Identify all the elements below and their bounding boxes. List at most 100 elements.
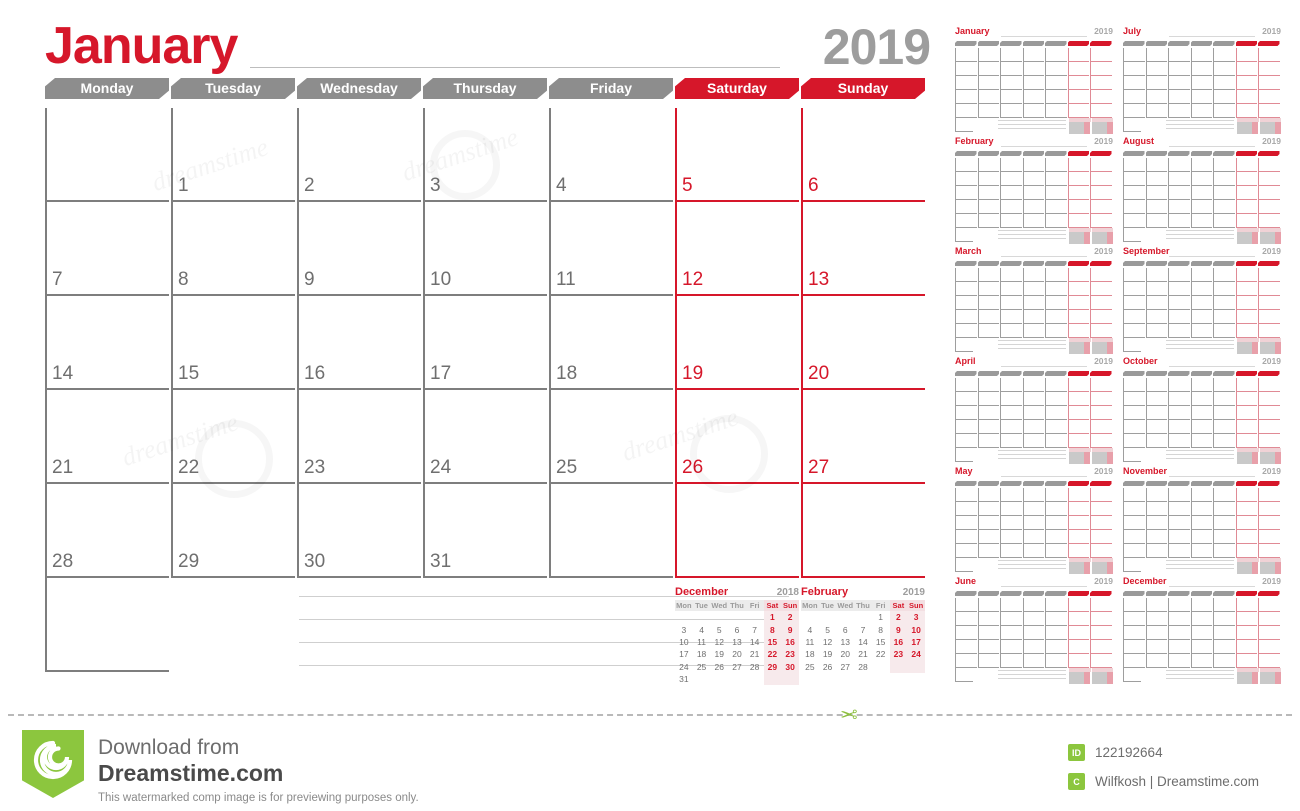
day-cell-31[interactable]: 31 bbox=[423, 484, 547, 578]
day-cell-empty[interactable] bbox=[801, 484, 925, 578]
day-cell-13[interactable]: 13 bbox=[801, 202, 925, 296]
day-cell-27[interactable]: 27 bbox=[801, 390, 925, 484]
thumbnail-day-cell bbox=[977, 434, 999, 448]
day-cell-11[interactable]: 11 bbox=[549, 202, 673, 296]
thumbnail-day-cell bbox=[1168, 420, 1190, 434]
day-cell-3[interactable]: 3 bbox=[423, 108, 547, 202]
thumbnail-day-cell bbox=[1045, 420, 1067, 434]
thumbnail-dow-cell bbox=[1258, 371, 1280, 376]
day-cell-28[interactable]: 28 bbox=[45, 484, 169, 578]
mini-day-empty bbox=[728, 611, 746, 623]
day-cell-18[interactable]: 18 bbox=[549, 296, 673, 390]
thumbnail-dow-cell bbox=[1258, 41, 1280, 46]
day-cell-23[interactable]: 23 bbox=[297, 390, 421, 484]
day-cell-20[interactable]: 20 bbox=[801, 296, 925, 390]
thumbnail-note-lines bbox=[974, 448, 1068, 463]
day-cell-1[interactable]: 1 bbox=[171, 108, 295, 202]
day-cell-19[interactable]: 19 bbox=[675, 296, 799, 390]
thumbnail-day-cell bbox=[1235, 296, 1257, 310]
day-cell-30[interactable]: 30 bbox=[297, 484, 421, 578]
thumbnail-day-cell bbox=[1190, 172, 1212, 186]
day-cell-15[interactable]: 15 bbox=[171, 296, 295, 390]
thumbnail-day-cell bbox=[1190, 544, 1212, 558]
thumbnail-september[interactable]: September 2019 bbox=[1123, 246, 1281, 354]
day-number: 1 bbox=[178, 175, 189, 196]
footer-text: Download from Dreamstime.com This waterm… bbox=[98, 736, 419, 804]
thumbnail-may[interactable]: May 2019 bbox=[955, 466, 1113, 574]
mini-day-17: 17 bbox=[907, 635, 925, 649]
day-cell-empty[interactable] bbox=[549, 484, 673, 578]
mini-day-empty bbox=[746, 611, 764, 623]
thumbnail-dow-cell bbox=[1191, 591, 1213, 596]
day-cell-10[interactable]: 10 bbox=[423, 202, 547, 296]
day-cell-2[interactable]: 2 bbox=[297, 108, 421, 202]
thumbnail-june[interactable]: June 2019 bbox=[955, 576, 1113, 684]
mini-dow-thu: Thu bbox=[728, 600, 746, 611]
mini-week-row: 11 12 13 14 15 16 17 bbox=[801, 635, 925, 649]
day-cell-6[interactable]: 6 bbox=[801, 108, 925, 202]
day-cell-empty[interactable] bbox=[45, 108, 169, 202]
thumbnail-october[interactable]: October 2019 bbox=[1123, 356, 1281, 464]
mini-dow-fri: Fri bbox=[745, 600, 764, 611]
thumbnail-day-cell bbox=[977, 90, 999, 104]
thumbnail-day-cell bbox=[1235, 392, 1257, 406]
thumbnail-week-row bbox=[955, 406, 1113, 420]
thumbnail-dow-cell bbox=[1258, 151, 1280, 156]
thumbnail-january[interactable]: January 2019 bbox=[955, 26, 1113, 134]
thumbnail-dow-cell bbox=[978, 41, 1000, 46]
thumbnail-dow-cell bbox=[1146, 41, 1168, 46]
day-cell-12[interactable]: 12 bbox=[675, 202, 799, 296]
thumbnail-note-line bbox=[998, 340, 1066, 341]
thumbnail-day-cell bbox=[1258, 406, 1280, 420]
thumbnail-april[interactable]: April 2019 bbox=[955, 356, 1113, 464]
day-cell-8[interactable]: 8 bbox=[171, 202, 295, 296]
thumbnail-header: January 2019 bbox=[955, 26, 1113, 40]
mini-day-empty bbox=[693, 611, 711, 623]
thumbnail-note-line bbox=[1166, 234, 1234, 235]
day-header-saturday: Saturday bbox=[675, 78, 799, 99]
day-cell-14[interactable]: 14 bbox=[45, 296, 169, 390]
thumbnail-day-cell bbox=[1045, 324, 1067, 338]
thumbnail-note-line bbox=[998, 234, 1066, 235]
day-cell-16[interactable]: 16 bbox=[297, 296, 421, 390]
thumbnail-december[interactable]: December 2019 bbox=[1123, 576, 1281, 684]
thumbnail-november[interactable]: November 2019 bbox=[1123, 466, 1281, 574]
day-cell-empty[interactable] bbox=[675, 484, 799, 578]
day-cell-4[interactable]: 4 bbox=[549, 108, 673, 202]
day-cell-24[interactable]: 24 bbox=[423, 390, 547, 484]
thumbnail-day-cell bbox=[955, 434, 977, 448]
day-cell-26[interactable]: 26 bbox=[675, 390, 799, 484]
thumbnail-july[interactable]: July 2019 bbox=[1123, 26, 1281, 134]
day-cell-22[interactable]: 22 bbox=[171, 390, 295, 484]
thumbnail-week-row bbox=[955, 90, 1113, 104]
thumbnail-day-cell bbox=[1067, 530, 1089, 544]
mini-week-row: 123 bbox=[801, 611, 925, 624]
day-cell-25[interactable]: 25 bbox=[549, 390, 673, 484]
thumbnail-mini-rows bbox=[1259, 232, 1282, 244]
author-name[interactable]: Wilfkosh | Dreamstime.com bbox=[1095, 774, 1259, 789]
thumbnail-day-cell bbox=[1000, 392, 1022, 406]
thumbnail-day-cell bbox=[1123, 90, 1145, 104]
day-cell-29[interactable]: 29 bbox=[171, 484, 295, 578]
thumbnail-notes-cell bbox=[955, 338, 974, 352]
thumbnail-mini-rows bbox=[1069, 562, 1091, 574]
thumbnail-february[interactable]: February 2019 bbox=[955, 136, 1113, 244]
day-cell-21[interactable]: 21 bbox=[45, 390, 169, 484]
thumbnail-dow-row bbox=[1123, 481, 1281, 486]
day-number: 20 bbox=[808, 363, 830, 384]
thumbnail-march[interactable]: March 2019 bbox=[955, 246, 1113, 354]
day-cell-5[interactable]: 5 bbox=[675, 108, 799, 202]
thumbnail-august[interactable]: August 2019 bbox=[1123, 136, 1282, 244]
notes-empty-cell[interactable] bbox=[45, 578, 169, 672]
day-cell-7[interactable]: 7 bbox=[45, 202, 169, 296]
thumbnail-notes-cell bbox=[955, 448, 974, 462]
thumbnail-day-cell bbox=[1123, 502, 1145, 516]
thumbnail-day-cell bbox=[1190, 434, 1212, 448]
thumbnail-dow-row bbox=[1123, 371, 1281, 376]
day-cell-17[interactable]: 17 bbox=[423, 296, 547, 390]
thumbnail-day-cell bbox=[1045, 158, 1067, 172]
thumbnail-dow-cell bbox=[1090, 591, 1112, 596]
thumbnail-month-name: March bbox=[955, 246, 982, 256]
day-cell-9[interactable]: 9 bbox=[297, 202, 421, 296]
day-number: 15 bbox=[178, 363, 200, 384]
